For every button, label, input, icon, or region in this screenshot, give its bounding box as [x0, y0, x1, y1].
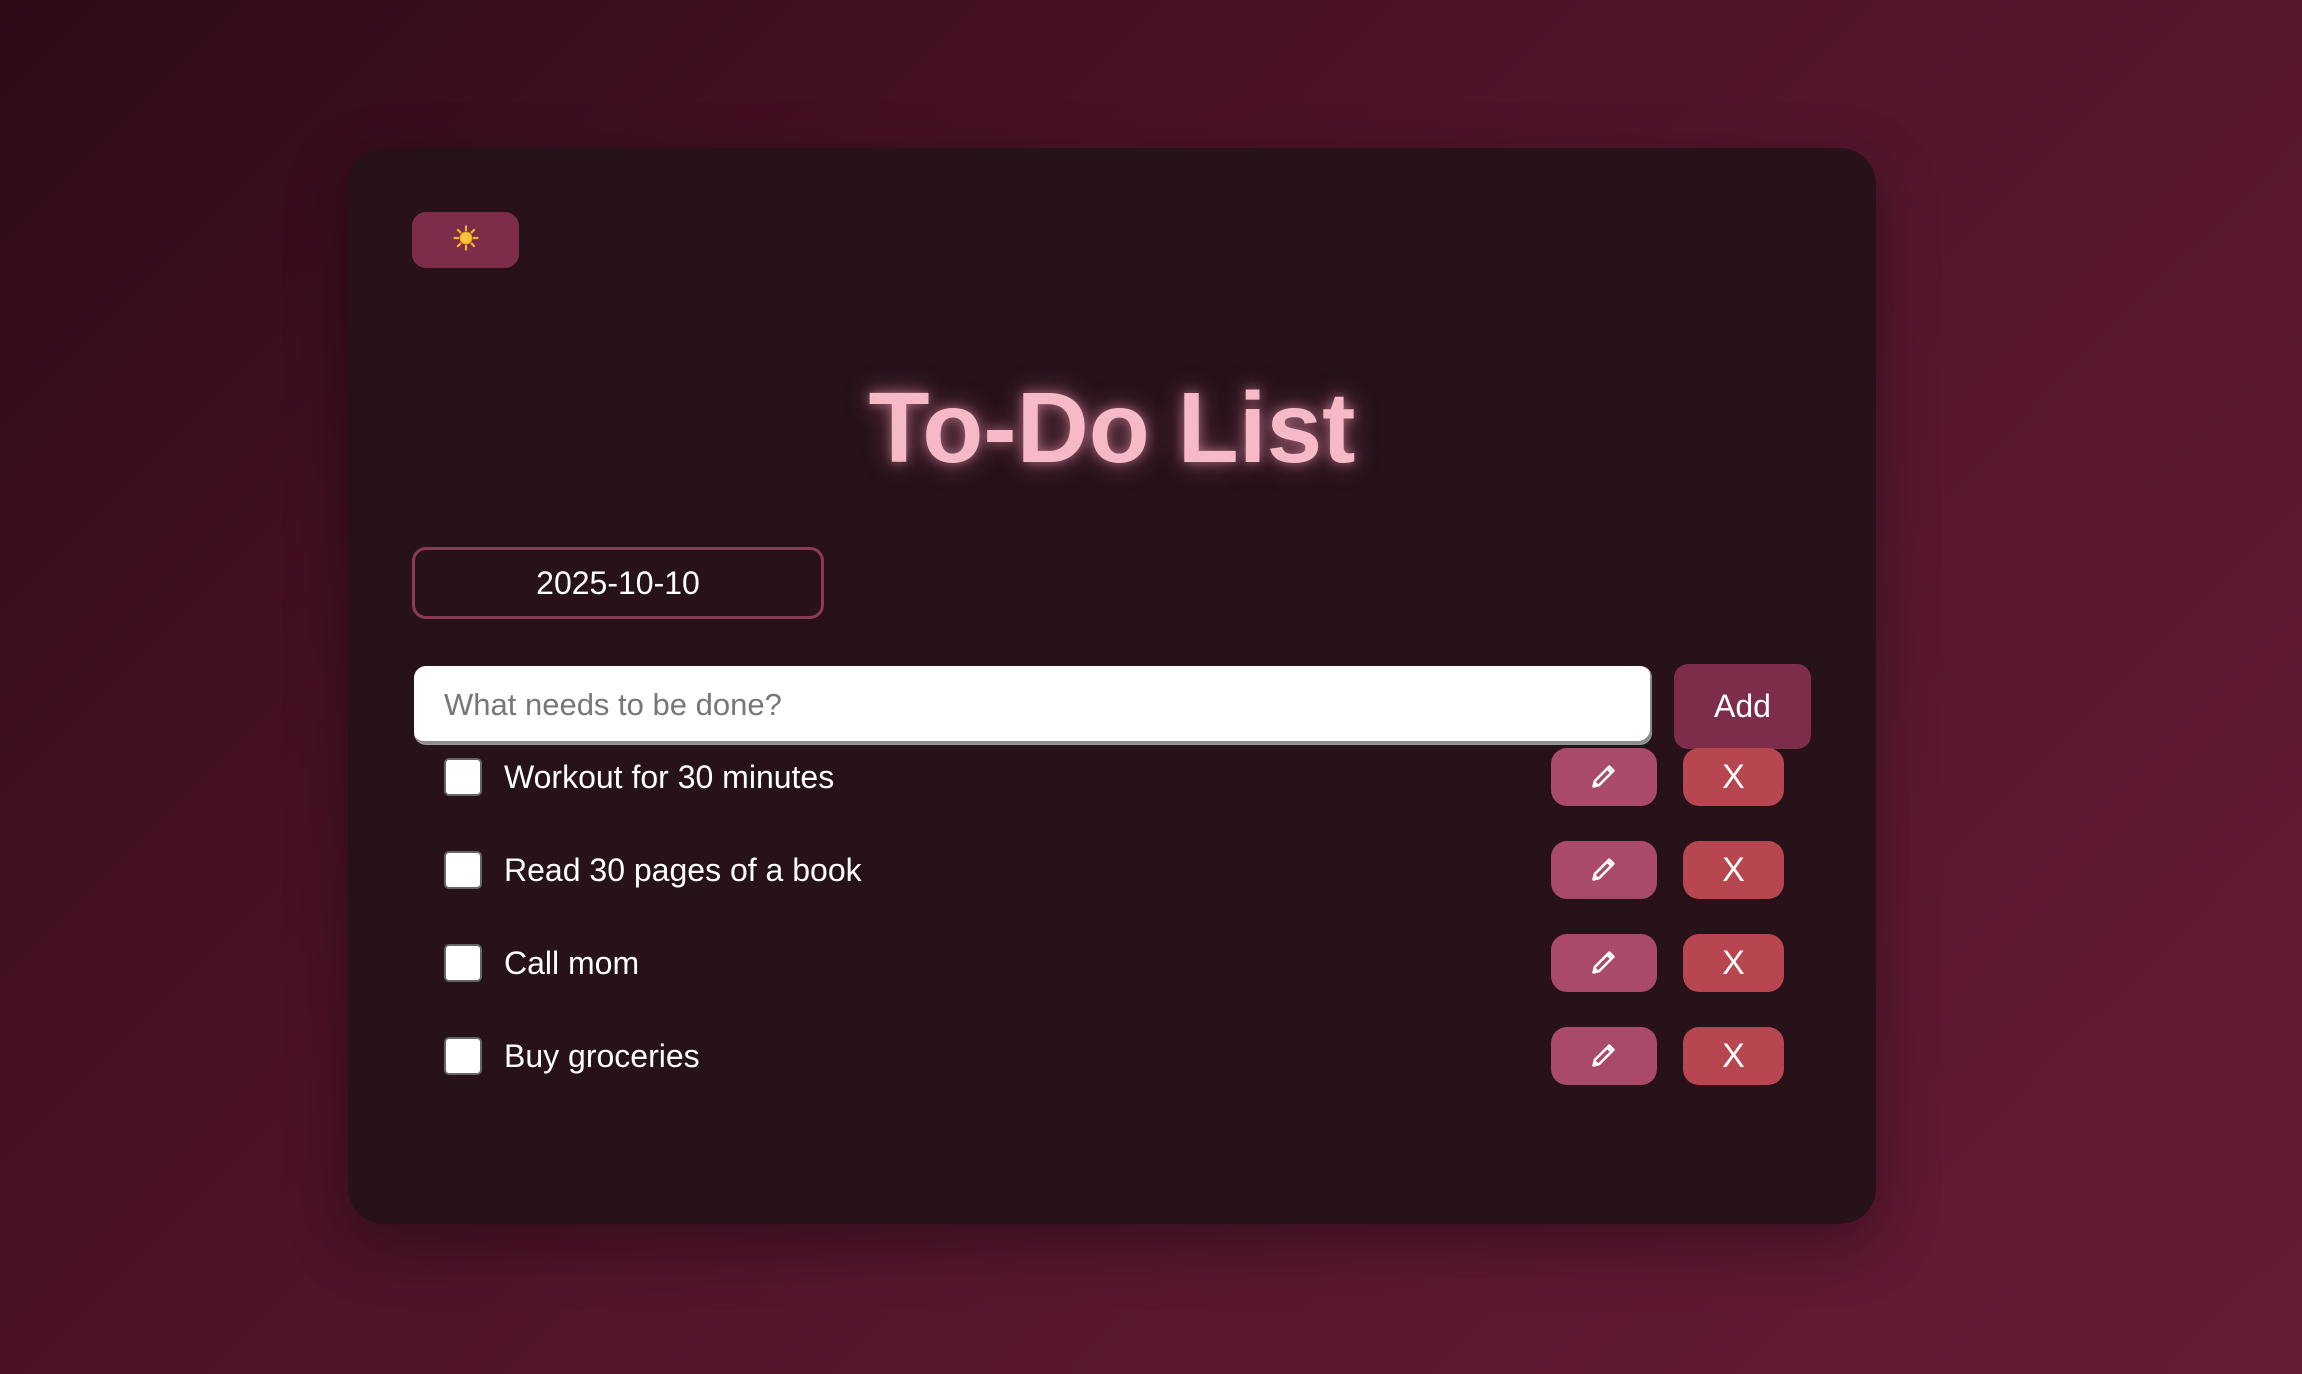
- todo-checkbox[interactable]: [444, 758, 482, 796]
- add-button[interactable]: Add: [1674, 664, 1811, 749]
- page-title: To-Do List: [868, 372, 1356, 484]
- pencil-icon: [1590, 948, 1618, 979]
- todo-text: Call mom: [504, 944, 640, 981]
- todo-text: Workout for 30 minutes: [504, 758, 835, 795]
- todo-item: Call mom X: [444, 934, 1784, 992]
- date-field[interactable]: 2025-10-10: [412, 547, 824, 619]
- todo-card: To-Do List 2025-10-10 Add Workout for 30…: [348, 148, 1876, 1224]
- new-task-input[interactable]: [414, 666, 1652, 744]
- edit-button[interactable]: [1551, 748, 1657, 806]
- todo-checkbox[interactable]: [444, 851, 482, 889]
- delete-button[interactable]: X: [1683, 841, 1784, 899]
- pencil-icon: [1590, 762, 1618, 793]
- delete-button[interactable]: X: [1683, 748, 1784, 806]
- theme-toggle-button[interactable]: [412, 212, 519, 268]
- delete-button[interactable]: X: [1683, 934, 1784, 992]
- todo-checkbox[interactable]: [444, 1037, 482, 1075]
- todo-text: Read 30 pages of a book: [504, 851, 862, 888]
- todo-item: Read 30 pages of a book X: [444, 841, 1784, 899]
- pencil-icon: [1590, 855, 1618, 886]
- todo-checkbox[interactable]: [444, 944, 482, 982]
- pencil-icon: [1590, 1041, 1618, 1072]
- todo-item: Buy groceries X: [444, 1027, 1784, 1085]
- todo-text: Buy groceries: [504, 1037, 700, 1074]
- todo-item: Workout for 30 minutes X: [444, 748, 1784, 806]
- delete-button[interactable]: X: [1683, 1027, 1784, 1085]
- edit-button[interactable]: [1551, 1027, 1657, 1085]
- edit-button[interactable]: [1551, 841, 1657, 899]
- date-value: 2025-10-10: [536, 564, 700, 601]
- sun-icon: [452, 224, 479, 256]
- edit-button[interactable]: [1551, 934, 1657, 992]
